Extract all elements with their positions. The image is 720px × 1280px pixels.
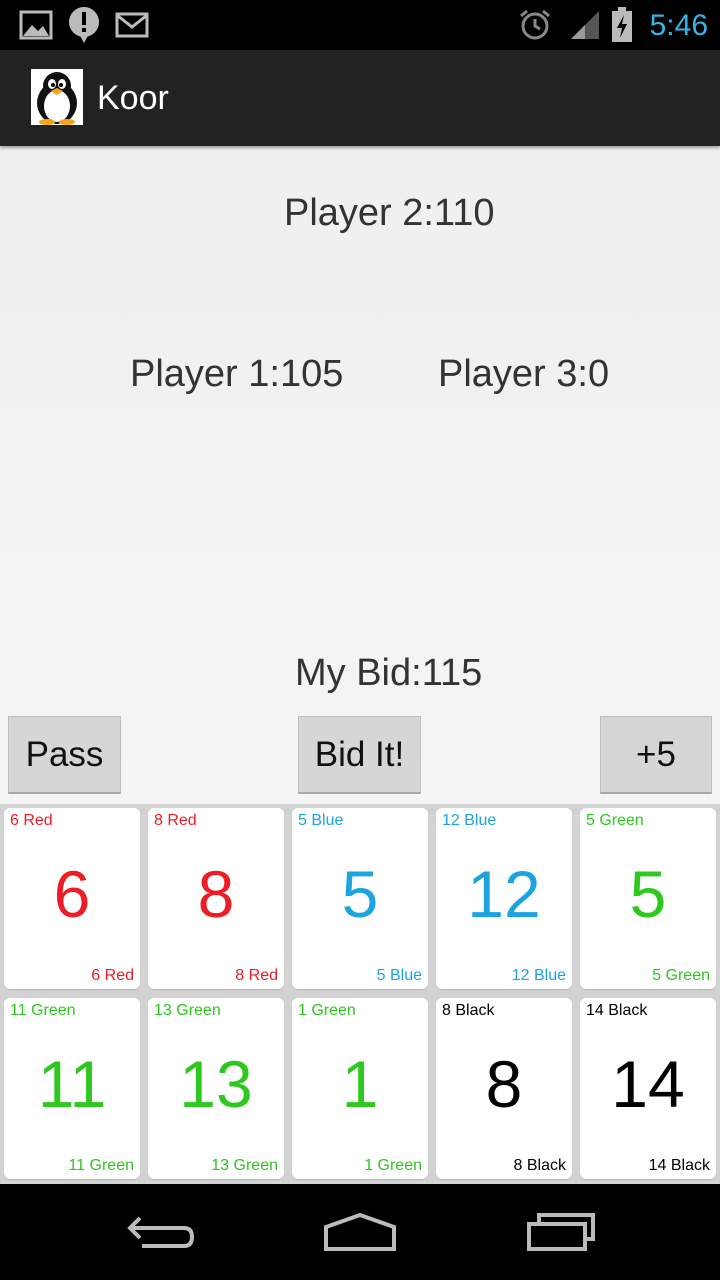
card[interactable]: 5 Green 5 5 Green [580,808,716,989]
card[interactable]: 12 Blue 12 12 Blue [436,808,572,989]
navigation-bar [0,1184,720,1280]
my-bid: My Bid:115 [295,652,483,694]
card-label-bottom: 14 Black [648,1157,710,1174]
card-label-top: 12 Blue [442,812,497,829]
card-number: 5 [341,857,379,931]
card-label-top: 8 Black [442,1002,495,1019]
bid-it-button[interactable]: Bid It! [298,716,421,794]
card-label-bottom: 12 Blue [511,967,566,984]
player-3-score: Player 3:0 [438,353,610,395]
signal-icon [568,0,602,50]
card-label-top: 13 Green [154,1002,221,1019]
card[interactable]: 5 Blue 5 5 Blue [292,808,428,989]
recent-apps-icon[interactable] [516,1202,606,1262]
card-label-bottom: 11 Green [68,1157,134,1174]
card-number: 5 [629,857,667,931]
plus-five-button[interactable]: +5 [600,716,712,794]
card-label-bottom: 5 Green [652,967,710,984]
card-label-bottom: 5 Blue [376,967,422,984]
card-number: 13 [179,1047,253,1121]
card[interactable]: 1 Green 1 1 Green [292,998,428,1179]
app-title: Koor [97,79,169,117]
card[interactable]: 14 Black 14 14 Black [580,998,716,1179]
card-number: 12 [467,857,541,931]
status-time: 5:46 [649,9,708,42]
back-icon[interactable] [116,1202,206,1262]
game-area: Player 2:110 Player 1:105 Player 3:0 My … [0,146,720,804]
home-icon[interactable] [315,1202,405,1262]
card-label-bottom: 8 Black [513,1157,566,1174]
card-label-top: 5 Blue [298,812,344,829]
status-bar: 5:46 [0,0,720,50]
card-number: 8 [485,1047,523,1121]
card-hand: 6 Red 6 6 Red 8 Red 8 8 Red 5 Blue 5 5 B… [0,804,720,1184]
card[interactable]: 13 Green 13 13 Green [148,998,284,1179]
alarm-icon [516,0,554,50]
card-label-bottom: 6 Red [91,967,134,984]
player-2-score: Player 2:110 [284,192,495,234]
card-label-bottom: 13 Green [211,1157,278,1174]
card[interactable]: 6 Red 6 6 Red [4,808,140,989]
card[interactable]: 8 Red 8 8 Red [148,808,284,989]
card-number: 6 [53,857,91,931]
card-label-top: 5 Green [586,812,644,829]
gmail-icon [114,0,150,50]
card[interactable]: 8 Black 8 8 Black [436,998,572,1179]
battery-charging-icon [610,0,634,50]
action-bar: Koor [0,50,720,146]
penguin-icon[interactable] [31,69,83,125]
card-label-bottom: 1 Green [364,1157,422,1174]
card-number: 8 [197,857,235,931]
card-label-top: 14 Black [586,1002,648,1019]
card-label-top: 1 Green [298,1002,356,1019]
card-number: 11 [37,1047,107,1121]
card[interactable]: 11 Green 11 11 Green [4,998,140,1179]
alert-icon [66,0,102,50]
card-label-top: 8 Red [154,812,197,829]
gallery-icon [18,0,54,50]
player-1-score: Player 1:105 [130,353,344,395]
card-label-top: 11 Green [10,1002,76,1019]
card-number: 14 [611,1047,685,1121]
card-number: 1 [341,1047,379,1121]
pass-button[interactable]: Pass [8,716,121,794]
card-label-top: 6 Red [10,812,53,829]
card-label-bottom: 8 Red [235,967,278,984]
